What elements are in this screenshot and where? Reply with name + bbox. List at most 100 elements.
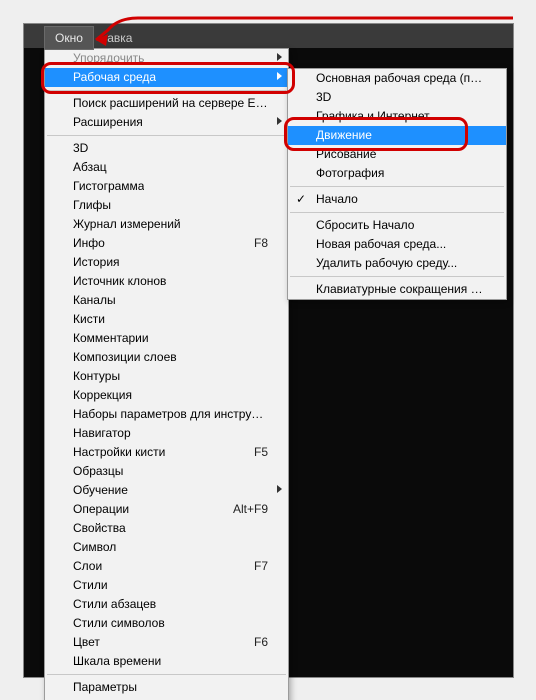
workspace-submenu-item-label: Основная рабочая среда (по умолчанию) <box>316 71 486 86</box>
window-menu-item[interactable]: Образцы <box>45 462 288 481</box>
workspace-submenu-item[interactable]: 3D <box>288 88 506 107</box>
window-menu-item-label: Параметры <box>73 680 137 695</box>
app-window: Окно авка Упорядочить Рабочая среда Поиск … <box>23 23 514 678</box>
window-menu-item: Упорядочить <box>45 49 288 68</box>
workspace-submenu-item[interactable]: Графика и Интернет <box>288 107 506 126</box>
workspace-submenu-item-label: 3D <box>316 90 331 105</box>
chevron-right-icon <box>277 53 282 61</box>
window-menu-item[interactable]: История <box>45 253 288 272</box>
window-menu-item-label: 3D <box>73 141 88 156</box>
window-menu-item[interactable]: Настройки кисти F5 <box>45 443 288 462</box>
window-menu-item-label: Упорядочить <box>73 51 144 66</box>
window-menu-item-label: Шкала времени <box>73 654 161 669</box>
window-menu-item-label: Композиции слоев <box>73 350 177 365</box>
window-menu-item[interactable]: Параметры <box>45 678 288 697</box>
workspace-submenu-separator <box>290 212 504 213</box>
window-menu-item-label: Стили символов <box>73 616 165 631</box>
workspace-submenu: Основная рабочая среда (по умолчанию) 3D Г… <box>287 68 507 300</box>
menu-window[interactable]: Окно <box>44 26 94 50</box>
window-menu-item[interactable]: Рабочая среда <box>45 68 288 87</box>
window-menu-item[interactable]: Источник клонов <box>45 272 288 291</box>
window-menu-item-label: Наборы параметров для инструментов <box>73 407 268 422</box>
window-menu-item[interactable]: Каналы <box>45 291 288 310</box>
window-menu-item[interactable]: Кисти <box>45 310 288 329</box>
window-menu-item[interactable]: Гистограмма <box>45 177 288 196</box>
window-menu-item[interactable]: Свойства <box>45 519 288 538</box>
window-menu-separator <box>47 90 286 91</box>
workspace-submenu-item[interactable]: Фотография <box>288 164 506 183</box>
window-menu-separator <box>47 135 286 136</box>
window-menu-item[interactable]: Стили символов <box>45 614 288 633</box>
workspace-submenu-item[interactable]: ✓ Начало <box>288 190 506 209</box>
window-menu-item-label: Настройки кисти <box>73 445 165 460</box>
window-menu-item[interactable]: Глифы <box>45 196 288 215</box>
window-menu-item[interactable]: Стили абзацев <box>45 595 288 614</box>
window-menu-item[interactable]: Обучение <box>45 481 288 500</box>
window-menu-item[interactable]: Навигатор <box>45 424 288 443</box>
check-icon: ✓ <box>296 192 306 207</box>
menu-item-shortcut: F8 <box>246 236 268 251</box>
workspace-submenu-item-label: Сбросить Начало <box>316 218 414 233</box>
window-menu-item-label: Каналы <box>73 293 116 308</box>
window-menu-item-label: Поиск расширений на сервере Exchange... <box>73 96 268 111</box>
workspace-submenu-item[interactable]: Основная рабочая среда (по умолчанию) <box>288 69 506 88</box>
window-menu-item-label: Комментарии <box>73 331 149 346</box>
window-menu-item-label: Гистограмма <box>73 179 144 194</box>
workspace-submenu-item[interactable]: Удалить рабочую среду... <box>288 254 506 273</box>
window-menu-item-label: Коррекция <box>73 388 132 403</box>
workspace-submenu-item-label: Новая рабочая среда... <box>316 237 446 252</box>
workspace-submenu-item-label: Начало <box>316 192 358 207</box>
window-menu-item-label: Контуры <box>73 369 120 384</box>
window-menu-item-label: Кисти <box>73 312 105 327</box>
workspace-submenu-item-label: Рисование <box>316 147 376 162</box>
window-menu-item-label: Журнал измерений <box>73 217 181 232</box>
window-menu-item[interactable]: Шкала времени <box>45 652 288 671</box>
workspace-submenu-separator <box>290 276 504 277</box>
workspace-submenu-item-label: Графика и Интернет <box>316 109 430 124</box>
window-menu-item-label: Цвет <box>73 635 100 650</box>
workspace-submenu-item[interactable]: Новая рабочая среда... <box>288 235 506 254</box>
window-menu-item[interactable]: Поиск расширений на сервере Exchange... <box>45 94 288 113</box>
window-menu-item[interactable]: Инфо F8 <box>45 234 288 253</box>
window-menu-item[interactable]: ЦветF6 <box>45 633 288 652</box>
window-menu-item[interactable]: Комментарии <box>45 329 288 348</box>
workspace-submenu-separator <box>290 186 504 187</box>
window-menu-item-label: Свойства <box>73 521 126 536</box>
menu-item-shortcut: F5 <box>246 445 268 460</box>
window-menu-item-label: История <box>73 255 120 270</box>
workspace-submenu-item-label: Клавиатурные сокращения и меню... <box>316 282 486 297</box>
window-menu-item[interactable]: Наборы параметров для инструментов <box>45 405 288 424</box>
workspace-submenu-item[interactable]: Сбросить Начало <box>288 216 506 235</box>
workspace-submenu-item[interactable]: Клавиатурные сокращения и меню... <box>288 280 506 299</box>
window-menu-item[interactable]: Стили <box>45 576 288 595</box>
window-menu-item-label: Операции <box>73 502 129 517</box>
workspace-submenu-item[interactable]: Рисование <box>288 145 506 164</box>
window-menu-item[interactable]: ОперацииAlt+F9 <box>45 500 288 519</box>
workspace-submenu-item-label: Фотография <box>316 166 384 181</box>
window-menu-item[interactable]: Абзац <box>45 158 288 177</box>
window-menu-separator <box>47 674 286 675</box>
chevron-right-icon <box>277 485 282 493</box>
window-menu-item-label: Расширения <box>73 115 143 130</box>
workspace-submenu-item[interactable]: Движение <box>288 126 506 145</box>
window-menu-item[interactable]: Символ <box>45 538 288 557</box>
window-menu-item[interactable]: Композиции слоев <box>45 348 288 367</box>
workspace-submenu-item-label: Удалить рабочую среду... <box>316 256 457 271</box>
window-menu-item-label: Источник клонов <box>73 274 166 289</box>
window-menu-item[interactable]: Журнал измерений <box>45 215 288 234</box>
menu-item-shortcut: F7 <box>246 559 268 574</box>
window-menu-item[interactable]: Коррекция <box>45 386 288 405</box>
window-menu-dropdown: Упорядочить Рабочая среда Поиск расширений… <box>44 48 289 700</box>
menubar: Окно авка <box>24 24 513 48</box>
chevron-right-icon <box>277 72 282 80</box>
window-menu-item[interactable]: Контуры <box>45 367 288 386</box>
window-menu-item[interactable]: Слои F7 <box>45 557 288 576</box>
window-menu-item-label: Стили абзацев <box>73 597 156 612</box>
window-menu-item-label: Инфо <box>73 236 105 251</box>
window-menu-item-label: Слои <box>73 559 102 574</box>
window-menu-item[interactable]: 3D <box>45 139 288 158</box>
window-menu-item-label: Образцы <box>73 464 123 479</box>
window-menu-item[interactable]: Расширения <box>45 113 288 132</box>
chevron-right-icon <box>277 117 282 125</box>
menu-help-ghost: авка <box>101 27 138 49</box>
